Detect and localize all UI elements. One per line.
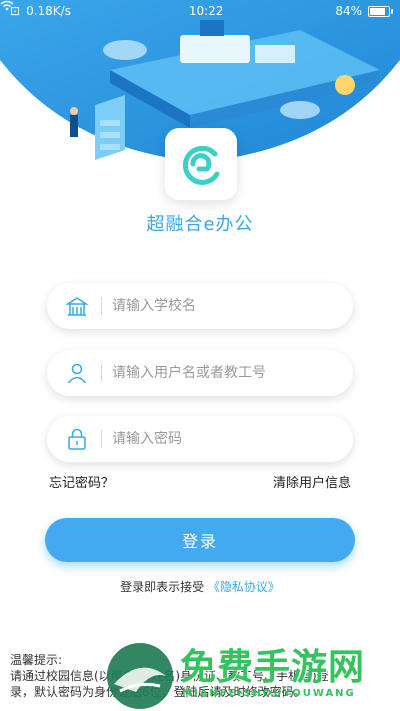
field-divider: [101, 430, 102, 448]
clear-user-info-link[interactable]: 清除用户信息: [273, 472, 351, 491]
login-button[interactable]: 登录: [45, 518, 355, 562]
tips-line-1: 请通过校园信息(以用户名(姓名)身份证、教工号、手机号)登: [10, 669, 329, 683]
school-field[interactable]: [47, 283, 353, 329]
school-icon: [65, 294, 89, 318]
battery-icon: [368, 5, 393, 17]
field-divider: [101, 297, 102, 315]
battery-percent: 84%: [335, 4, 362, 18]
app-name: 超融合e办公: [146, 214, 254, 235]
network-speed: 0.18K/s: [26, 4, 71, 18]
forgot-password-link[interactable]: 忘记密码？: [49, 472, 114, 491]
school-input[interactable]: [112, 298, 312, 314]
clock: 10:22: [188, 4, 224, 18]
tips: 温馨提示: 请通过校园信息(以用户名(姓名)身份证、教工号、手机号)登 录，默认…: [10, 652, 395, 700]
tips-line-2: 录，默认密码为身份证后6位，登陆后请及时修改密码。: [10, 685, 306, 699]
e-logo-icon: [182, 145, 220, 185]
privacy-policy-link[interactable]: 《隐私协议》: [208, 580, 280, 594]
username-input[interactable]: [112, 365, 312, 381]
agreement-text: 登录即表示接受 《隐私协议》: [0, 578, 400, 595]
field-divider: [101, 364, 102, 382]
password-input[interactable]: [112, 431, 312, 447]
username-field[interactable]: [47, 350, 353, 396]
tips-title: 温馨提示:: [10, 653, 63, 667]
lock-icon: [65, 427, 89, 451]
password-field[interactable]: [47, 416, 353, 462]
status-bar: ⊡ 0.18K/s 10:22 84%: [0, 0, 400, 22]
form-links: 忘记密码？ 清除用户信息: [49, 472, 351, 491]
agreement-prefix: 登录即表示接受: [120, 580, 205, 594]
app-logo: [165, 128, 237, 200]
user-icon: [65, 361, 89, 385]
